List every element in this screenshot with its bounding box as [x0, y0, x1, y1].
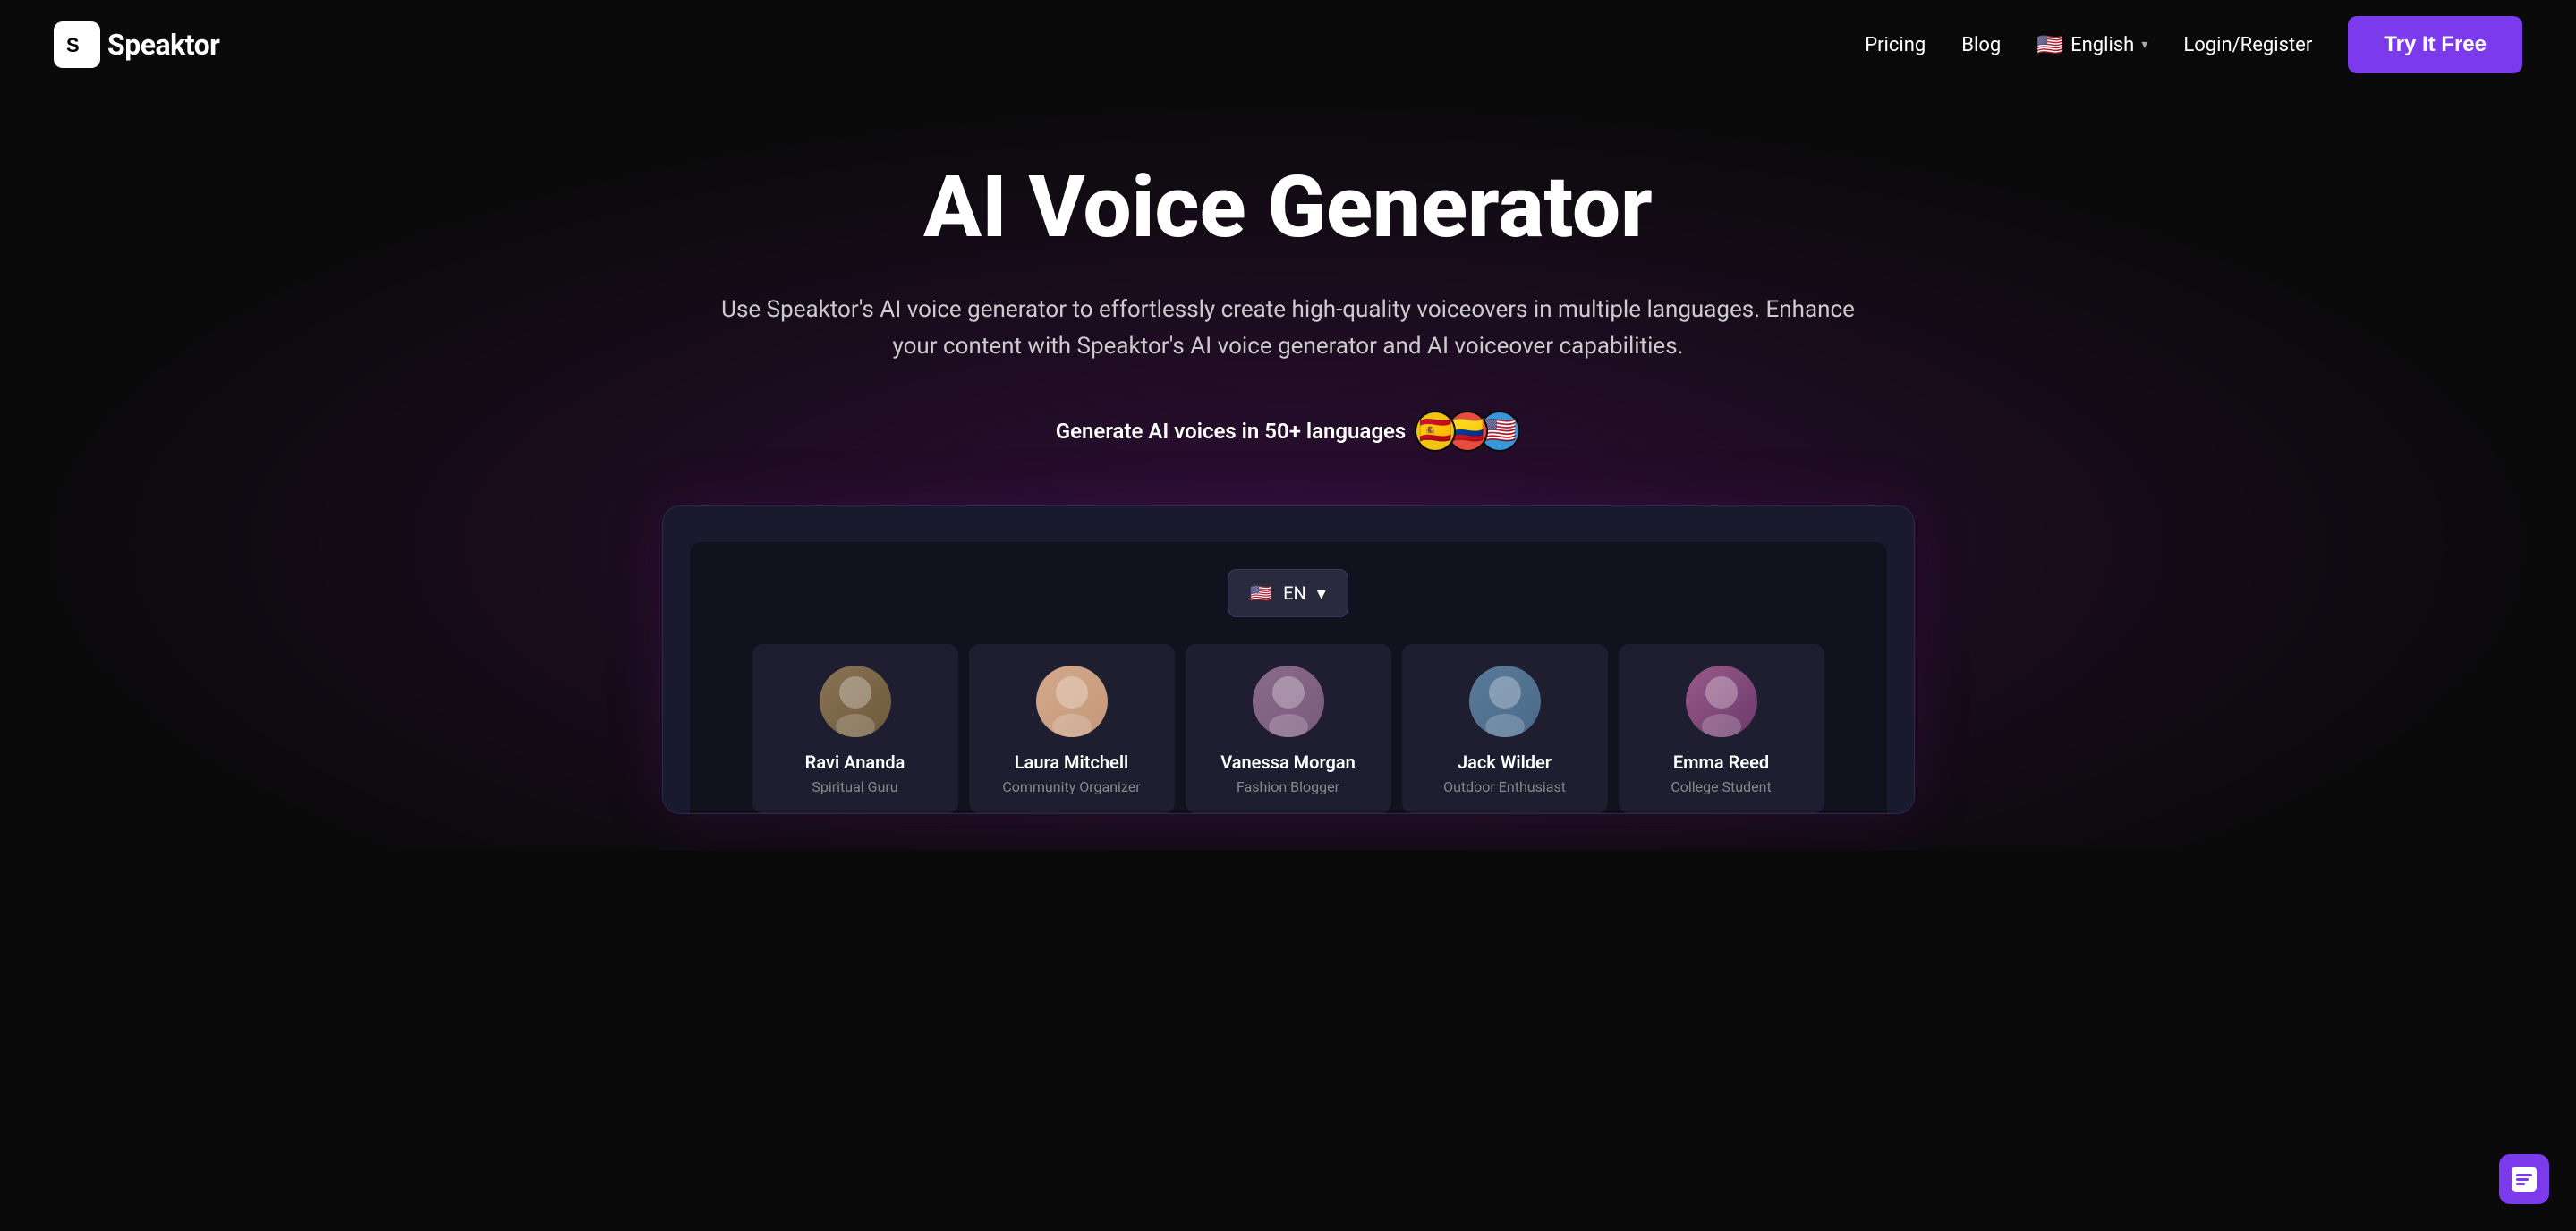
- voice-card-laura[interactable]: Laura Mitchell Community Organizer: [969, 644, 1175, 813]
- app-inner: 🇺🇸 EN ▾ Ravi Ananda Spiritual Guru: [690, 542, 1887, 813]
- app-preview: 🇺🇸 EN ▾ Ravi Ananda Spiritual Guru: [662, 505, 1915, 814]
- chevron-down-icon: ▾: [2141, 38, 2147, 52]
- voice-name-laura: Laura Mitchell: [987, 751, 1157, 773]
- voice-avatar-jack: [1469, 666, 1541, 737]
- voice-name-jack: Jack Wilder: [1420, 751, 1590, 773]
- hero-title: AI Voice Generator: [54, 161, 2522, 256]
- languages-label: Generate AI voices in 50+ languages: [1056, 419, 1407, 444]
- voice-avatar-vanessa: [1253, 666, 1324, 737]
- svg-text:S: S: [66, 34, 79, 56]
- voice-role-ravi: Spiritual Guru: [770, 778, 940, 795]
- voice-name-vanessa: Vanessa Morgan: [1203, 751, 1373, 773]
- blog-link[interactable]: Blog: [1961, 34, 2001, 56]
- flag-es: 🇪🇸: [1415, 411, 1456, 452]
- language-flags: 🇪🇸 🇨🇴 🇺🇸: [1424, 411, 1520, 452]
- navbar: S Speaktor Pricing Blog 🇺🇸 English ▾ Log…: [0, 0, 2576, 89]
- hero-section: AI Voice Generator Use Speaktor's AI voi…: [0, 89, 2576, 850]
- chat-widget[interactable]: [2499, 1154, 2549, 1204]
- voice-card-ravi[interactable]: Ravi Ananda Spiritual Guru: [752, 644, 958, 813]
- voice-role-emma: College Student: [1637, 778, 1807, 795]
- login-register-link[interactable]: Login/Register: [2183, 34, 2312, 56]
- dropdown-chevron-icon: ▾: [1317, 582, 1326, 604]
- nav-links: Pricing Blog 🇺🇸 English ▾ Login/Register…: [1865, 16, 2522, 73]
- chat-icon: [2512, 1167, 2537, 1192]
- voice-role-jack: Outdoor Enthusiast: [1420, 778, 1590, 795]
- voice-card-emma[interactable]: Emma Reed College Student: [1619, 644, 1824, 813]
- logo[interactable]: S Speaktor: [54, 21, 219, 68]
- voice-avatar-ravi: [820, 666, 891, 737]
- voice-role-vanessa: Fashion Blogger: [1203, 778, 1373, 795]
- language-dropdown: 🇺🇸 EN ▾: [717, 569, 1860, 617]
- voices-row: Ravi Ananda Spiritual Guru Laura Mitchel…: [717, 644, 1860, 813]
- logo-text: Speaktor: [107, 28, 219, 62]
- logo-icon: S: [54, 21, 100, 68]
- languages-row: Generate AI voices in 50+ languages 🇪🇸 🇨…: [54, 411, 2522, 452]
- voice-name-emma: Emma Reed: [1637, 751, 1807, 773]
- voice-name-ravi: Ravi Ananda: [770, 751, 940, 773]
- language-selector[interactable]: 🇺🇸 English ▾: [2036, 32, 2147, 57]
- dropdown-lang-label: EN: [1283, 582, 1306, 604]
- voice-role-laura: Community Organizer: [987, 778, 1157, 795]
- pricing-link[interactable]: Pricing: [1865, 34, 1926, 56]
- voice-avatar-emma: [1686, 666, 1757, 737]
- voice-avatar-laura: [1036, 666, 1108, 737]
- lang-dropdown-btn[interactable]: 🇺🇸 EN ▾: [1228, 569, 1348, 617]
- voice-card-vanessa[interactable]: Vanessa Morgan Fashion Blogger: [1186, 644, 1391, 813]
- lang-flag: 🇺🇸: [2036, 32, 2063, 57]
- hero-description: Use Speaktor's AI voice generator to eff…: [707, 292, 1870, 366]
- voice-card-jack[interactable]: Jack Wilder Outdoor Enthusiast: [1402, 644, 1608, 813]
- try-it-free-button[interactable]: Try It Free: [2348, 16, 2522, 73]
- dropdown-flag: 🇺🇸: [1250, 582, 1272, 604]
- lang-label: English: [2070, 34, 2134, 56]
